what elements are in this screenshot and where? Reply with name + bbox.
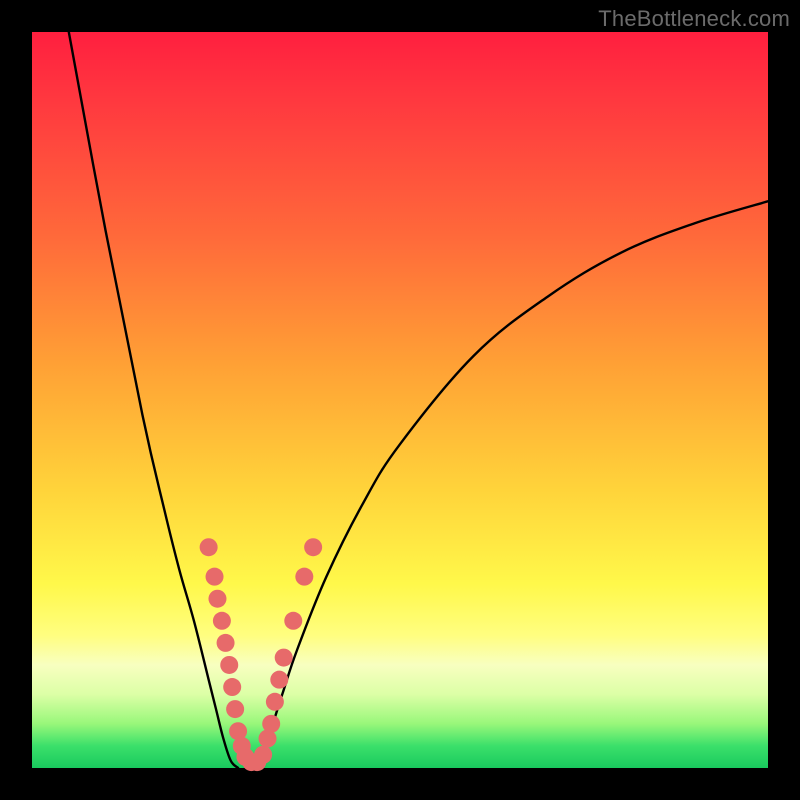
data-marker — [200, 538, 218, 556]
data-marker — [262, 715, 280, 733]
chart-svg — [32, 32, 768, 768]
curve-left-arm — [69, 32, 238, 768]
data-marker — [254, 746, 272, 764]
data-marker — [217, 634, 235, 652]
outer-frame: TheBottleneck.com — [0, 0, 800, 800]
data-marker — [295, 568, 313, 586]
data-marker — [220, 656, 238, 674]
data-marker — [284, 612, 302, 630]
data-marker — [213, 612, 231, 630]
data-marker — [304, 538, 322, 556]
marker-layer — [200, 538, 323, 771]
watermark-text: TheBottleneck.com — [598, 6, 790, 32]
data-marker — [266, 693, 284, 711]
data-marker — [223, 678, 241, 696]
curve-layer — [69, 32, 768, 768]
plot-area — [32, 32, 768, 768]
data-marker — [275, 649, 293, 667]
data-marker — [270, 671, 288, 689]
data-marker — [206, 568, 224, 586]
data-marker — [208, 590, 226, 608]
data-marker — [226, 700, 244, 718]
curve-right-arm — [253, 201, 768, 768]
